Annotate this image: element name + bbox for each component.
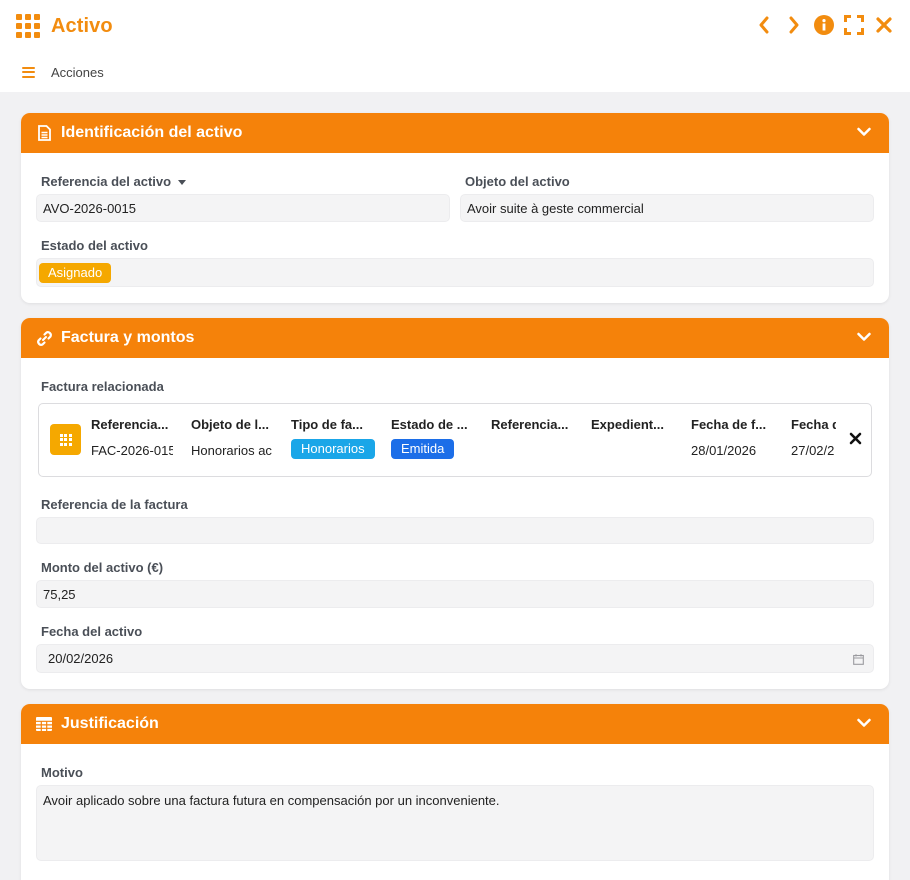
col-tipo: Tipo de fa... Honorarios (291, 417, 381, 459)
table-icon (35, 715, 53, 733)
col-referencia-2: Referencia... (491, 417, 573, 463)
document-icon (35, 124, 53, 142)
section-identificacion: Identificación del activo Referencia del… (21, 113, 889, 303)
actions-menu[interactable]: Acciones (51, 65, 104, 80)
menu-icon[interactable] (22, 66, 35, 78)
fecha-field[interactable]: 20/02/2026 (36, 644, 874, 673)
objeto-activo-label: Objeto del activo (465, 174, 570, 189)
column-header: Tipo de fa... (291, 417, 363, 432)
col-fecha-vencimiento: Fecha d 27/02/2 (791, 417, 836, 463)
caret-down-icon (178, 180, 187, 186)
page-title: Activo (51, 14, 113, 37)
fullscreen-button[interactable] (844, 14, 864, 36)
section-title: Identificación del activo (61, 124, 243, 141)
section-justificacion: Justificación Motivo Avoir aplicado sobr… (21, 704, 889, 880)
section-header[interactable]: Factura y montos (21, 318, 889, 358)
fecha-label: Fecha del activo (41, 624, 143, 639)
factura-relacionada-label: Factura relacionada (41, 379, 164, 394)
link-icon (35, 329, 53, 347)
column-value: Honorarios ac (191, 443, 272, 458)
ref-activo-label[interactable]: Referencia del activo (41, 174, 187, 189)
info-button[interactable] (814, 14, 834, 36)
date-value: 20/02/2026 (48, 651, 114, 666)
column-header: Referencia... (91, 417, 169, 432)
column-header: Referencia... (491, 417, 569, 432)
motivo-textarea[interactable]: Avoir aplicado sobre una factura futura … (36, 785, 874, 861)
title-bar: Activo (0, 0, 910, 52)
monto-field[interactable]: 75,25 (36, 580, 874, 608)
column-value (591, 443, 673, 463)
status-badge: Asignado (39, 262, 112, 283)
column-value (491, 443, 573, 463)
section-title: Factura y montos (61, 329, 195, 346)
column-header: Fecha d (791, 417, 836, 432)
col-expediente: Expedient... (591, 417, 673, 463)
expand-icon (844, 15, 864, 35)
chevron-down-icon[interactable] (857, 330, 871, 344)
next-button[interactable] (784, 14, 804, 36)
actions-bar: Acciones (0, 52, 910, 92)
ref-activo-field[interactable]: AVO-2026-0015 (36, 194, 450, 222)
section-factura: Factura y montos Factura relacionada Ref… (21, 318, 889, 689)
close-icon (876, 17, 892, 33)
col-estado: Estado de ... Emitida (391, 417, 473, 459)
monto-label: Monto del activo (€) (41, 560, 164, 575)
chevron-right-icon (789, 16, 799, 34)
type-badge: Honorarios (291, 439, 375, 459)
chevron-left-icon (759, 16, 769, 34)
objeto-activo-field[interactable]: Avoir suite à geste commercial (460, 194, 874, 222)
chevron-down-icon[interactable] (857, 125, 871, 139)
section-title: Justificación (61, 715, 159, 732)
status-badge: Emitida (391, 439, 455, 459)
apps-grid-icon[interactable] (16, 14, 40, 38)
column-header: Estado de ... (391, 417, 468, 432)
section-header[interactable]: Justificación (21, 704, 889, 744)
column-value: 28/01/2026 (691, 443, 757, 458)
window-controls (754, 14, 894, 36)
estado-activo-label: Estado del activo (41, 238, 148, 253)
column-header: Objeto de l... (191, 417, 270, 432)
col-objeto: Objeto de l... Honorarios ac (191, 417, 273, 463)
invoice-grid-icon (50, 424, 81, 455)
col-fecha-factura: Fecha de f... 28/01/2026 (691, 417, 773, 463)
close-button[interactable] (874, 14, 894, 36)
column-header: Expedient... (591, 417, 664, 432)
column-header: Fecha de f... (691, 417, 767, 432)
col-referencia: Referencia... FAC-2026-0158 (91, 417, 173, 463)
ref-factura-label: Referencia de la factura (41, 497, 188, 512)
motivo-label: Motivo (41, 765, 83, 780)
column-value: FAC-2026-0158 (91, 443, 173, 458)
remove-invoice-icon[interactable] (849, 432, 862, 445)
calendar-icon[interactable] (853, 654, 864, 665)
related-invoice-card[interactable]: Referencia... FAC-2026-0158 Objeto de l.… (38, 403, 872, 477)
estado-activo-field[interactable]: Asignado (36, 258, 874, 287)
ref-factura-field[interactable] (36, 517, 874, 544)
section-header[interactable]: Identificación del activo (21, 113, 889, 153)
chevron-down-icon[interactable] (857, 716, 871, 730)
previous-button[interactable] (754, 14, 774, 36)
column-value: 27/02/2 (791, 443, 835, 458)
info-icon (814, 15, 834, 35)
